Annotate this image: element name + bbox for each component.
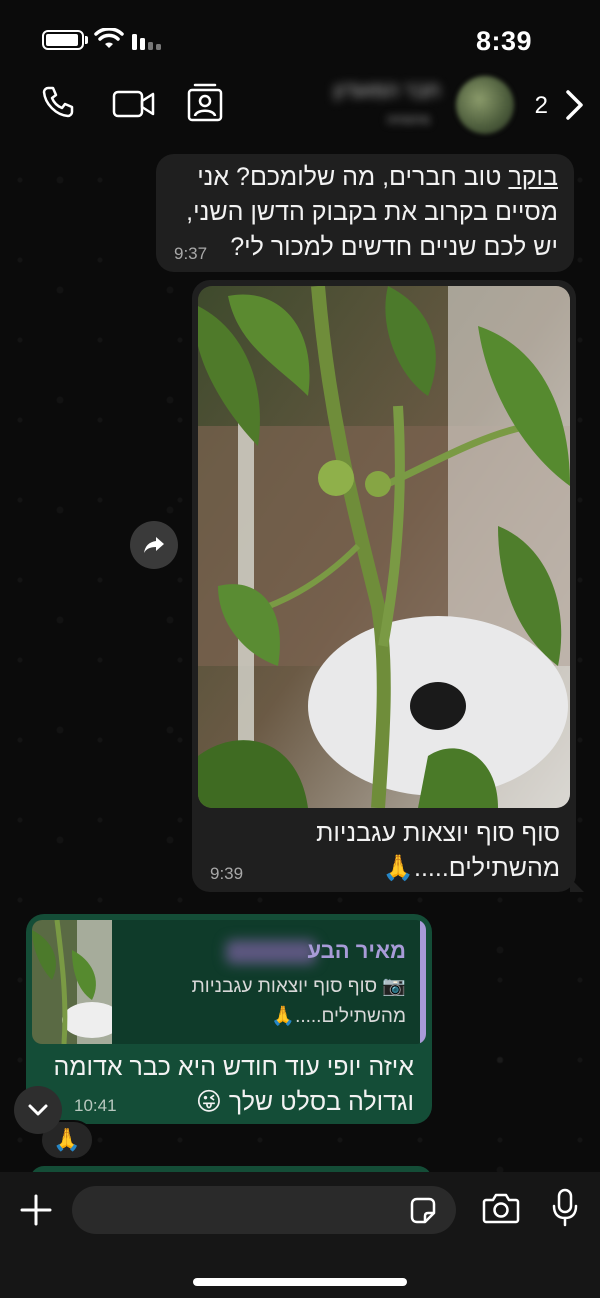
plus-icon[interactable] [16, 1190, 56, 1230]
chevron-down-icon [28, 1104, 48, 1116]
status-time: 8:39 [475, 26, 532, 56]
image-message-bubble[interactable]: סוף סוף יוצאות עגבניות מהשתילים.....🙏 9:… [192, 280, 584, 892]
tomato-plant-image [198, 286, 570, 808]
sticker-icon[interactable] [408, 1196, 438, 1226]
message-time: 9:37 [174, 244, 208, 263]
message-text-body: טוב חברים, מה שלומכם? אני מסיים בקרוב את… [186, 163, 558, 261]
quote-caption: סוף סוף יוצאות עגבניות מהשתילים.....🙏 [191, 976, 406, 1027]
contact-subtitle: מתמחה [386, 112, 430, 127]
image-caption: סוף סוף יוצאות עגבניות מהשתילים.....🙏 [316, 819, 560, 882]
chevron-right-icon[interactable] [564, 88, 586, 122]
quoted-message[interactable]: מאיר הבע 📷 סוף סוף יוצאות עגבניות מהשתיל… [32, 920, 426, 1044]
quote-accent-bar [420, 920, 426, 1044]
home-indicator[interactable] [193, 1278, 407, 1286]
camera-icon[interactable] [482, 1192, 520, 1224]
contact-name[interactable]: חבר המועדון [200, 80, 440, 106]
message-composer [0, 1172, 600, 1298]
forward-arrow-icon [144, 537, 164, 553]
tomato-plant-photo[interactable] [198, 286, 570, 808]
quote-author-blur [226, 940, 316, 964]
scroll-to-bottom-button[interactable] [14, 1086, 62, 1134]
cellular-signal-icon [132, 34, 161, 50]
message-bubble[interactable]: בוקר טוב חברים, מה שלומכם? אני מסיים בקר… [156, 154, 574, 272]
battery-tip [85, 36, 88, 44]
message-time: 10:41 [74, 1096, 117, 1115]
wifi-icon [94, 28, 124, 48]
forward-button[interactable] [130, 521, 178, 569]
quote-author: מאיר הבע [307, 938, 406, 963]
camera-icon: 📷 [382, 976, 406, 997]
bubble-tail [570, 878, 584, 892]
message-input[interactable] [72, 1186, 456, 1234]
chat-header: חבר המועדון מתמחה 2 [0, 70, 600, 142]
microphone-icon[interactable] [552, 1188, 578, 1228]
unread-count[interactable]: 2 [535, 92, 548, 120]
battery-icon [42, 30, 84, 50]
message-underlined-word[interactable]: בוקר [508, 163, 558, 191]
reply-message-bubble[interactable]: מאיר הבע 📷 סוף סוף יוצאות עגבניות מהשתיל… [26, 914, 432, 1124]
contact-avatar[interactable] [456, 76, 514, 134]
quote-text: 📷 סוף סוף יוצאות עגבניות מהשתילים.....🙏 [126, 972, 406, 1032]
phone-call-icon[interactable] [40, 84, 76, 120]
status-bar: 8:39 [0, 0, 600, 70]
message-time: 9:39 [210, 864, 244, 883]
video-call-icon[interactable] [112, 90, 156, 118]
message-text: בוקר טוב חברים, מה שלומכם? אני מסיים בקר… [170, 160, 558, 265]
quote-thumbnail [32, 920, 112, 1044]
